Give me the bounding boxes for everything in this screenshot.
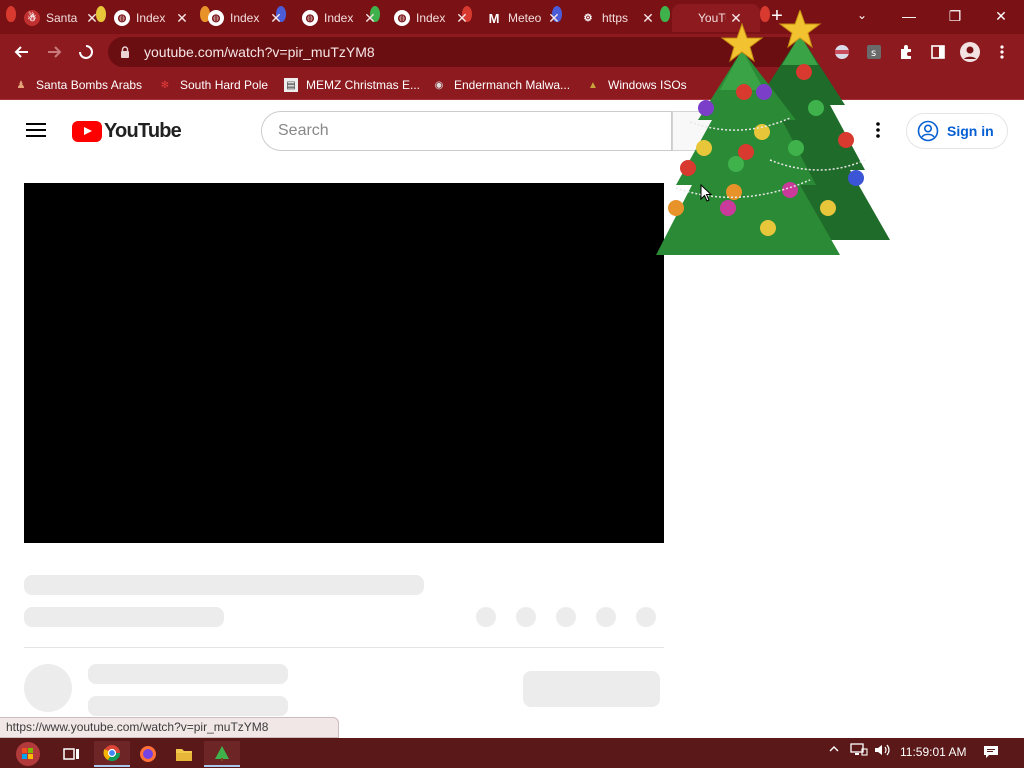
- subscribe-placeholder: [523, 671, 660, 707]
- bookmark-item[interactable]: ▤ MEMZ Christmas E...: [284, 76, 420, 94]
- christmas-tree-overlay: [656, 10, 890, 255]
- sign-in-label: Sign in: [947, 123, 994, 139]
- sign-in-button[interactable]: Sign in: [906, 113, 1008, 149]
- snowflake-icon: ✻: [160, 79, 170, 91]
- search-input[interactable]: [278, 122, 658, 140]
- search-box: [261, 111, 672, 151]
- pine-icon: ▲: [588, 79, 598, 91]
- tab-title: Santa: [46, 11, 78, 25]
- channel-name-placeholder: [88, 664, 288, 684]
- profile-avatar-icon[interactable]: [960, 42, 980, 62]
- browser-tab[interactable]: ◍ Index ✕: [386, 4, 470, 32]
- browser-tab[interactable]: M Meteo ✕: [478, 4, 562, 32]
- youtube-wordmark: YouTube: [104, 119, 182, 142]
- action-placeholder: [476, 607, 496, 627]
- back-button[interactable]: [10, 40, 34, 64]
- windows-taskbar: 11:59:01 AM: [0, 738, 1024, 768]
- restore-button[interactable]: ❐: [932, 0, 978, 32]
- side-panel-icon[interactable]: [928, 42, 948, 62]
- bookmark-item[interactable]: ♟ Santa Bombs Arabs: [14, 76, 143, 94]
- close-tab-icon[interactable]: ✕: [454, 10, 470, 26]
- address-url: youtube.com/watch?v=pir_muTzYM8: [144, 44, 375, 60]
- tab-title: Meteo: [508, 11, 542, 25]
- close-tab-icon[interactable]: ✕: [362, 10, 378, 26]
- task-view-icon[interactable]: [54, 741, 90, 767]
- title-placeholder: [24, 575, 424, 595]
- app-icon[interactable]: [204, 741, 240, 767]
- file-explorer-icon[interactable]: [166, 741, 202, 767]
- light-bulb-decoration: [6, 6, 16, 22]
- close-tab-icon[interactable]: ✕: [268, 10, 284, 26]
- channel-avatar-placeholder: [24, 664, 72, 712]
- memz-icon: ▤: [284, 78, 298, 92]
- globe-icon: ◍: [208, 10, 224, 26]
- eagle-icon: ⚙: [583, 12, 593, 24]
- globe-icon: ◍: [302, 10, 318, 26]
- chrome-icon[interactable]: [94, 741, 130, 767]
- forward-arrow-icon: [48, 46, 62, 58]
- bookmark-item[interactable]: ◉ Endermanch Malwa...: [432, 76, 570, 94]
- screen: ☃ Santa ✕ ◍ Index ✕ ◍ Index ✕ ◍ Index ✕ …: [0, 0, 1024, 768]
- tab-title: Index: [230, 11, 260, 25]
- bookmark-label: MEMZ Christmas E...: [306, 78, 421, 92]
- action-placeholder: [636, 607, 656, 627]
- forward-button[interactable]: [42, 40, 66, 64]
- action-center-icon[interactable]: [983, 744, 999, 760]
- globe-icon: ◍: [394, 10, 410, 26]
- bookmark-label: Endermanch Malwa...: [454, 78, 571, 92]
- globe-icon: ◍: [114, 10, 130, 26]
- action-placeholder: [556, 607, 576, 627]
- tab-title: Index: [136, 11, 166, 25]
- subscriber-placeholder: [88, 696, 288, 716]
- chrome-menu-icon[interactable]: [992, 42, 1012, 62]
- firefox-icon[interactable]: [130, 741, 166, 767]
- start-orb-icon[interactable]: [8, 741, 48, 767]
- bookmark-label: South Hard Pole: [180, 78, 269, 92]
- close-tab-icon[interactable]: ✕: [546, 10, 562, 26]
- action-placeholder: [516, 607, 536, 627]
- browser-tab[interactable]: ◍ Index ✕: [294, 4, 378, 32]
- extensions-puzzle-icon[interactable]: [896, 42, 916, 62]
- youtube-logo[interactable]: YouTube: [72, 119, 182, 142]
- divider: [24, 647, 664, 648]
- guide-menu-icon[interactable]: [26, 123, 46, 137]
- browser-tab[interactable]: ⚙ https ✕: [572, 4, 656, 32]
- status-url-bubble: https://www.youtube.com/watch?v=pir_muTz…: [0, 717, 339, 738]
- santa-icon: ☃: [24, 10, 40, 26]
- action-placeholder: [596, 607, 616, 627]
- stop-loading-button[interactable]: [74, 40, 98, 64]
- bookmark-item[interactable]: ✻ South Hard Pole: [158, 76, 268, 94]
- taskbar-clock[interactable]: 11:59:01 AM: [900, 745, 967, 759]
- close-tab-icon[interactable]: ✕: [84, 10, 100, 26]
- close-tab-icon[interactable]: ✕: [174, 10, 190, 26]
- close-window-button[interactable]: ✕: [978, 0, 1024, 32]
- minimize-button[interactable]: —: [886, 0, 932, 32]
- youtube-play-icon: [72, 120, 102, 142]
- back-arrow-icon: [14, 46, 28, 58]
- m-logo-icon: M: [488, 10, 500, 26]
- video-player[interactable]: [24, 183, 664, 543]
- santa-icon: ♟: [16, 79, 26, 91]
- network-icon[interactable]: [850, 743, 868, 760]
- browser-tab[interactable]: ☃ Santa ✕: [16, 4, 100, 32]
- browser-tab[interactable]: ◍ Index ✕: [106, 4, 190, 32]
- tab-title: https: [602, 11, 629, 25]
- tab-title: Index: [324, 11, 354, 25]
- show-hidden-icons-icon[interactable]: [828, 743, 840, 758]
- bookmark-label: Santa Bombs Arabs: [36, 78, 143, 92]
- lock-icon: [121, 46, 129, 58]
- meta-placeholder: [24, 607, 224, 627]
- account-circle-icon: [917, 120, 939, 142]
- raccoon-icon: ◉: [434, 79, 444, 91]
- tab-title: Index: [416, 11, 446, 25]
- mouse-cursor-icon: [700, 184, 712, 202]
- loading-spinner-icon: [79, 45, 93, 59]
- volume-icon[interactable]: [874, 743, 892, 760]
- browser-tab[interactable]: ◍ Index ✕: [200, 4, 284, 32]
